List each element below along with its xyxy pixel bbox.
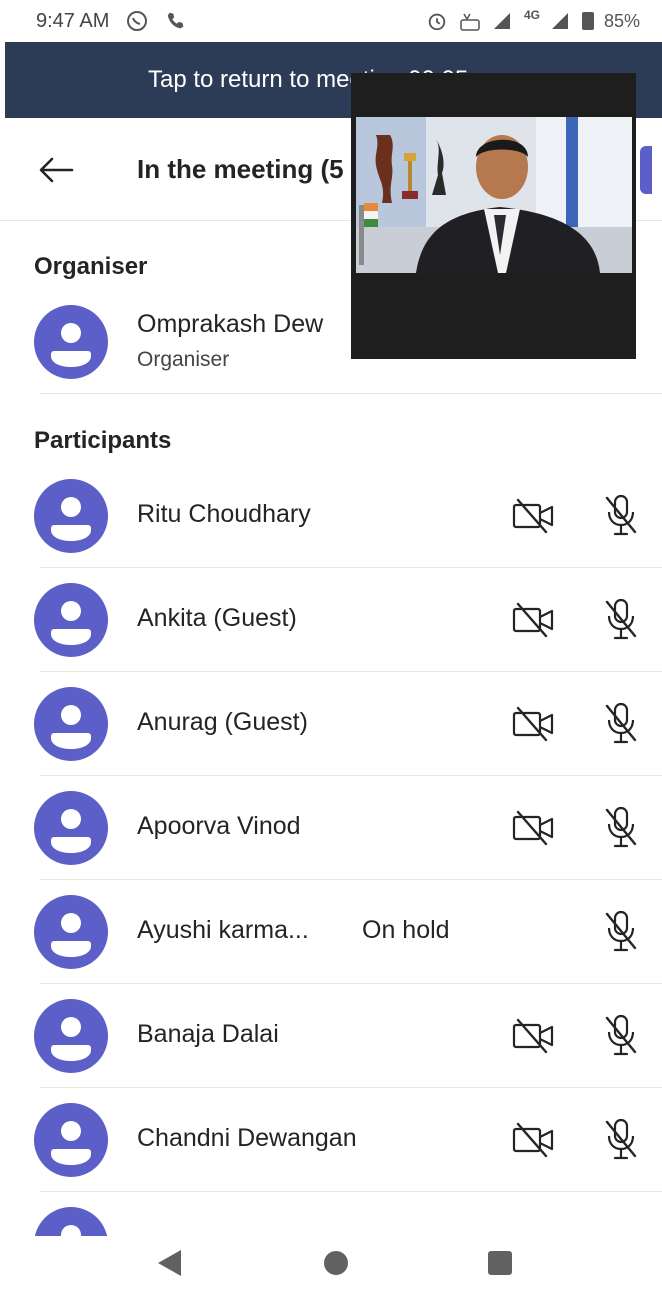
participant-row[interactable]: Anurag (Guest) (0, 672, 662, 776)
video-off-icon (512, 600, 556, 640)
participant-row[interactable]: Ayushi karma... On hold (0, 880, 662, 984)
organiser-name: Omprakash Dew (137, 310, 324, 338)
video-off-icon (512, 1120, 556, 1160)
mic-off-icon (601, 1116, 641, 1162)
page-title: In the meeting (5 (137, 154, 344, 184)
participants-section-title: Participants (34, 427, 172, 454)
speaker-video-image (356, 117, 632, 273)
participant-row[interactable]: Ritu Choudhary (0, 464, 662, 568)
triangle-back-icon (158, 1250, 181, 1276)
mic-off-icon (601, 908, 641, 954)
phone-icon (165, 10, 187, 32)
nav-back-button[interactable] (155, 1248, 183, 1283)
participant-row[interactable]: Banaja Dalai (0, 984, 662, 1088)
avatar (34, 895, 108, 969)
video-off-icon (512, 1016, 556, 1056)
volte-icon (458, 10, 482, 32)
avatar (34, 999, 108, 1073)
status-bar: 9:47 AM 4G 85% (0, 0, 662, 42)
nav-recents-button[interactable] (486, 1248, 514, 1283)
avatar (34, 1103, 108, 1177)
status-time: 9:47 AM (36, 9, 110, 32)
avatar (34, 583, 108, 657)
mic-off-icon (601, 700, 641, 746)
participant-row[interactable]: Apoorva Vinod (0, 776, 662, 880)
organiser-section-title: Organiser (34, 253, 148, 280)
divider (40, 393, 662, 394)
video-preview-window[interactable] (351, 73, 636, 359)
network-type: 4G (523, 8, 540, 22)
navigation-bar (0, 1236, 662, 1291)
battery-level: 85% (603, 10, 640, 31)
avatar (34, 791, 108, 865)
avatar (34, 305, 108, 379)
signal-icon (550, 11, 572, 31)
participant-status: On hold (362, 916, 450, 944)
nav-home-button[interactable] (322, 1248, 350, 1283)
participant-name: Ayushi karma... (137, 916, 309, 944)
participant-name: Apoorva Vinod (137, 812, 301, 840)
participant-name: Ritu Choudhary (137, 500, 311, 528)
mic-off-icon (601, 804, 641, 850)
signal-icon (492, 11, 514, 31)
participant-name: Chandni Dewangan (137, 1124, 357, 1152)
video-off-icon (512, 496, 556, 536)
mic-off-icon (601, 596, 641, 642)
participant-name: Anurag (Guest) (137, 708, 308, 736)
mic-off-icon (601, 492, 641, 538)
header-action-button[interactable] (640, 146, 652, 194)
alarm-icon (426, 10, 448, 32)
organiser-role: Organiser (137, 348, 230, 371)
participant-name: Banaja Dalai (137, 1020, 279, 1048)
circle-home-icon (324, 1251, 348, 1275)
avatar (34, 479, 108, 553)
video-feed (356, 117, 632, 273)
video-off-icon (512, 808, 556, 848)
participant-row[interactable]: Chandni Dewangan (0, 1088, 662, 1192)
whatsapp-icon (125, 9, 149, 33)
square-recents-icon (488, 1251, 512, 1275)
avatar (34, 687, 108, 761)
battery-icon (581, 12, 594, 30)
arrow-left-icon (39, 157, 74, 183)
mic-off-icon (601, 1012, 641, 1058)
video-off-icon (512, 704, 556, 744)
participant-name: Ankita (Guest) (137, 604, 297, 632)
participant-row[interactable]: Ankita (Guest) (0, 568, 662, 672)
back-button[interactable] (34, 148, 78, 192)
